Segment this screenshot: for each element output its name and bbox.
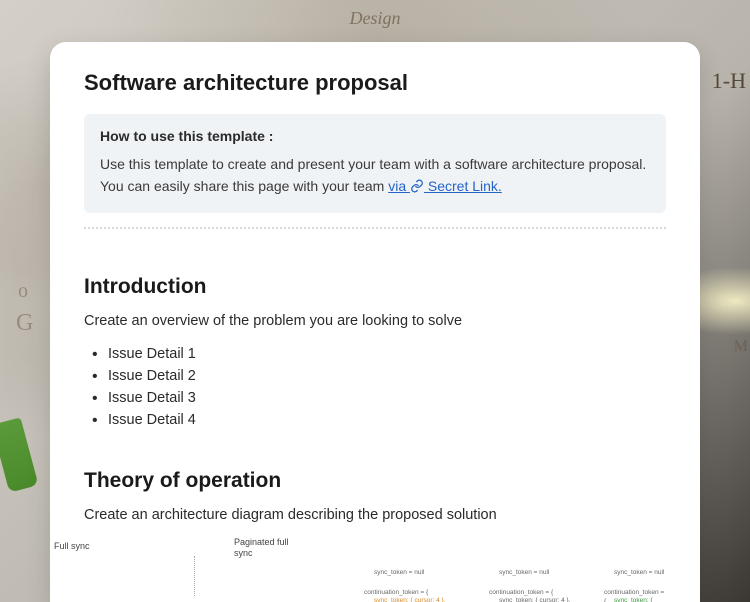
diagram-col1-label: Full sync (54, 541, 90, 552)
info-callout: How to use this template : Use this temp… (84, 114, 666, 213)
list-item: Issue Detail 1 (84, 343, 666, 365)
introduction-heading: Introduction (84, 275, 666, 299)
diagram-tiny-text: sync_token = null (374, 569, 424, 577)
diagram-tiny-text: sync_token: { cursor: 4 }, (499, 597, 571, 602)
diagram-dotted-line (194, 556, 195, 596)
background-right-text: 1-H (712, 68, 746, 94)
background-scribble: G (16, 310, 33, 337)
theory-intro: Create an architecture diagram describin… (84, 507, 666, 523)
architecture-diagram: Full sync Paginated full sync sync_token… (84, 541, 666, 602)
list-item: Issue Detail 3 (84, 387, 666, 409)
introduction-intro: Create an overview of the problem you ar… (84, 313, 666, 329)
secret-link-text: Secret Link. (428, 178, 502, 194)
theory-heading: Theory of operation (84, 469, 666, 493)
info-callout-body: Use this template to create and present … (100, 154, 650, 199)
secret-link[interactable]: via Secret Link. (388, 178, 502, 194)
background-design-text: Design (350, 8, 401, 29)
info-callout-title: How to use this template : (100, 128, 650, 144)
secret-link-prefix: via (388, 178, 410, 194)
list-item: Issue Detail 2 (84, 365, 666, 387)
info-callout-text: Use this template to create and present … (100, 156, 646, 194)
diagram-tiny-text: sync_token: { cursor: 4 } (614, 597, 666, 602)
document-card: Software architecture proposal How to us… (50, 42, 700, 602)
diagram-tiny-text: sync_token = null (499, 569, 549, 577)
issue-list: Issue Detail 1 Issue Detail 2 Issue Deta… (84, 343, 666, 431)
background-scribble: o (18, 280, 28, 303)
diagram-tiny-text: sync_token: { cursor: 4 }, (374, 597, 446, 602)
diagram-tiny-text: sync_token = null (614, 569, 664, 577)
page-title: Software architecture proposal (84, 70, 666, 96)
divider (84, 227, 666, 229)
list-item: Issue Detail 4 (84, 409, 666, 431)
sticky-note-text: M (734, 338, 748, 356)
diagram-col2-label: Paginated full sync (234, 537, 289, 559)
link-icon (410, 178, 424, 200)
